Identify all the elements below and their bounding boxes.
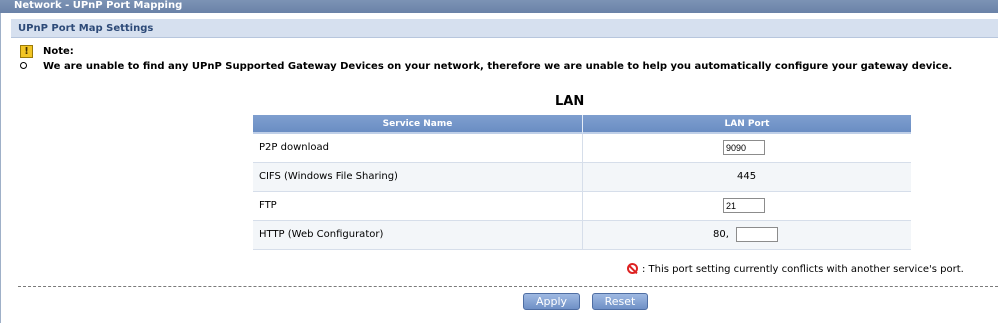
table-header: Service Name LAN Port bbox=[253, 115, 911, 134]
column-header-service-name: Service Name bbox=[253, 115, 583, 134]
window-title: Network - UPnP Port Mapping bbox=[0, 0, 998, 13]
table-row: CIFS (Windows File Sharing) 445 bbox=[253, 163, 911, 192]
conflict-legend-text: : This port setting currently conflicts … bbox=[642, 264, 964, 275]
divider bbox=[18, 286, 998, 287]
http-port-value: 80, bbox=[713, 229, 729, 240]
note-label: Note: bbox=[43, 46, 74, 57]
ftp-port-input[interactable] bbox=[723, 198, 765, 213]
lan-port-cell bbox=[583, 134, 911, 162]
lan-title: LAN bbox=[555, 94, 585, 109]
reset-button[interactable]: Reset bbox=[592, 293, 648, 310]
conflict-icon bbox=[627, 263, 638, 274]
service-name-cell: P2P download bbox=[253, 134, 583, 162]
table-row: FTP bbox=[253, 192, 911, 221]
note-text: We are unable to find any UPnP Supported… bbox=[43, 61, 953, 72]
warning-icon: ! bbox=[20, 45, 33, 58]
column-header-lan-port: LAN Port bbox=[583, 115, 911, 134]
apply-button[interactable]: Apply bbox=[523, 293, 580, 310]
service-name-cell: CIFS (Windows File Sharing) bbox=[253, 163, 583, 191]
table-row: HTTP (Web Configurator) 80, bbox=[253, 221, 911, 250]
cifs-port-value: 445 bbox=[737, 171, 757, 182]
bullet-icon bbox=[20, 62, 27, 69]
lan-port-cell bbox=[583, 192, 911, 220]
table-row: P2P download bbox=[253, 134, 911, 163]
section-title: UPnP Port Map Settings bbox=[11, 19, 998, 38]
lan-port-table: Service Name LAN Port P2P download CIFS … bbox=[253, 115, 911, 250]
lan-port-cell: 445 bbox=[583, 163, 911, 191]
service-name-cell: HTTP (Web Configurator) bbox=[253, 221, 583, 249]
service-name-cell: FTP bbox=[253, 192, 583, 220]
http-extra-port-input[interactable] bbox=[736, 227, 778, 242]
left-border bbox=[0, 13, 1, 323]
p2p-port-input[interactable] bbox=[723, 140, 765, 155]
lan-port-cell: 80, bbox=[583, 221, 911, 249]
